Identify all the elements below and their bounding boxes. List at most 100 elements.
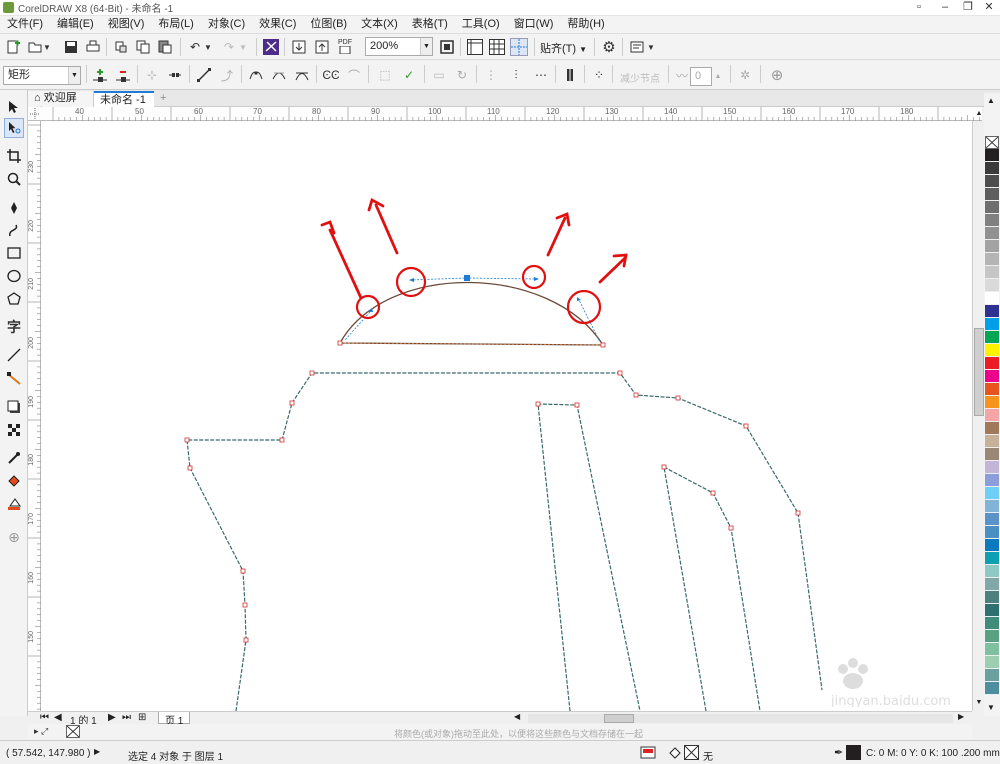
drawing-canvas[interactable]: jingyan.baidu.com — [41, 121, 982, 711]
smooth-node-icon[interactable] — [270, 66, 288, 84]
menu-layout[interactable]: 布局(L) — [151, 16, 200, 33]
first-page-icon[interactable]: ⏮ — [40, 712, 49, 723]
import-icon[interactable] — [290, 38, 308, 56]
shape-tool-icon[interactable] — [4, 118, 24, 138]
color-swatch[interactable] — [985, 227, 999, 240]
color-swatch[interactable] — [985, 461, 999, 474]
color-swatch[interactable] — [985, 292, 999, 305]
menu-table[interactable]: 表格(T) — [405, 16, 455, 33]
menu-help[interactable]: 帮助(H) — [560, 16, 611, 33]
drop-shadow-tool-icon[interactable] — [4, 397, 24, 417]
cusp-node-icon[interactable] — [247, 66, 265, 84]
scroll-down-icon[interactable]: ▼ — [974, 699, 984, 709]
color-swatch[interactable] — [985, 175, 999, 188]
next-page-icon[interactable]: ▶ — [108, 712, 116, 723]
corel-connect-icon[interactable] — [262, 38, 280, 56]
ruler-origin-icon[interactable] — [30, 108, 40, 120]
mirror-vertical-icon[interactable]: ⋯ — [532, 66, 550, 84]
color-swatch[interactable] — [985, 266, 999, 279]
symmetrical-node-icon[interactable] — [293, 66, 311, 84]
open-dropdown-icon[interactable]: ▼ — [42, 38, 52, 56]
close-icon[interactable]: ✕ — [976, 0, 1000, 16]
palette-menu-icon[interactable]: ▸ ⤢ — [34, 726, 48, 737]
application-launcher-icon[interactable] — [628, 38, 646, 56]
object-type-combo[interactable]: 矩形 ▼ — [3, 66, 81, 85]
polygon-tool-icon[interactable] — [4, 289, 24, 309]
color-swatch[interactable] — [985, 149, 999, 162]
status-expand-icon[interactable]: ▶ — [94, 747, 100, 756]
menu-view[interactable]: 视图(V) — [101, 16, 152, 33]
parallel-dimension-tool-icon[interactable] — [4, 345, 24, 365]
color-swatch[interactable] — [985, 513, 999, 526]
color-swatch[interactable] — [985, 682, 999, 695]
menu-edit[interactable]: 编辑(E) — [50, 16, 101, 33]
zoom-full-page-icon[interactable] — [438, 38, 456, 56]
add-page-icon[interactable]: ⊞ — [138, 712, 146, 723]
menu-effects[interactable]: 效果(C) — [252, 16, 303, 33]
launcher-dropdown-icon[interactable]: ▼ — [646, 38, 656, 56]
quick-customize-tools-icon[interactable]: ⊕ — [4, 527, 24, 547]
palette-scroll-up-icon[interactable]: ▲ — [987, 96, 995, 105]
copy-icon[interactable] — [134, 38, 152, 56]
selected-node[interactable] — [464, 275, 470, 281]
align-nodes-icon[interactable]: ⋮ — [482, 66, 500, 84]
color-swatch[interactable] — [985, 201, 999, 214]
color-swatch[interactable] — [985, 448, 999, 461]
palette-scroll-down-icon[interactable]: ▼ — [987, 703, 995, 712]
undo-icon[interactable]: ↶ — [186, 38, 204, 56]
color-swatch[interactable] — [985, 630, 999, 643]
options-gear-icon[interactable]: ⚙ — [600, 38, 618, 56]
color-swatch[interactable] — [985, 604, 999, 617]
connector-tool-icon[interactable] — [4, 369, 24, 389]
color-swatch[interactable] — [985, 305, 999, 318]
color-swatch[interactable] — [985, 487, 999, 500]
no-fill-swatch[interactable] — [684, 745, 699, 760]
color-proof-icon[interactable] — [640, 745, 656, 761]
bounding-box-icon[interactable]: ✲ — [736, 66, 754, 84]
menu-window[interactable]: 窗口(W) — [507, 16, 561, 33]
redo-icon[interactable]: ↷ — [220, 38, 238, 56]
save-icon[interactable] — [62, 38, 80, 56]
color-swatch[interactable] — [985, 539, 999, 552]
mirror-horizontal-icon[interactable]: ⫶ — [507, 66, 525, 84]
menu-object[interactable]: 对象(C) — [201, 16, 252, 33]
color-swatch[interactable] — [985, 552, 999, 565]
color-swatch[interactable] — [985, 526, 999, 539]
reverse-direction-icon[interactable]: ϾϾ — [322, 66, 340, 84]
tab-welcome-screen[interactable]: ⌂ 欢迎屏幕 — [28, 91, 94, 119]
horizontal-scrollbar[interactable] — [528, 714, 953, 723]
artistic-media-tool-icon[interactable] — [4, 220, 24, 240]
color-eyedropper-tool-icon[interactable] — [4, 448, 24, 468]
select-all-nodes-icon[interactable]: ⁘ — [590, 66, 608, 84]
color-swatch[interactable] — [985, 474, 999, 487]
zoom-combo[interactable]: 200% ▼ — [365, 37, 433, 56]
print-icon[interactable] — [84, 38, 102, 56]
to-line-icon[interactable] — [195, 66, 213, 84]
rectangle-tool-icon[interactable] — [4, 243, 24, 263]
delete-node-icon[interactable] — [114, 66, 132, 84]
control-point[interactable] — [534, 277, 539, 281]
hscroll-left-icon[interactable]: ◀ — [514, 712, 520, 721]
vertical-scrollbar[interactable]: ▲ ▼ — [972, 110, 984, 711]
paste-icon[interactable] — [156, 38, 174, 56]
color-swatch[interactable] — [985, 357, 999, 370]
zoom-dropdown-icon[interactable]: ▼ — [420, 38, 432, 55]
quick-customize-icon[interactable]: ⊕ — [768, 66, 786, 84]
inner-cut-path[interactable] — [663, 465, 761, 711]
extract-subpath-icon[interactable]: ⬚ — [376, 66, 394, 84]
export-icon[interactable] — [313, 38, 331, 56]
close-curve-icon[interactable]: ✓ — [400, 66, 418, 84]
color-swatch[interactable] — [985, 656, 999, 669]
menu-bitmaps[interactable]: 位图(B) — [303, 16, 354, 33]
transparency-tool-icon[interactable] — [4, 420, 24, 440]
zoom-tool-icon[interactable] — [4, 169, 24, 189]
tab-untitled-1[interactable]: 未命名 -1 — [94, 91, 154, 107]
to-curve-icon[interactable]: ⤴ — [218, 66, 236, 84]
text-tool-icon[interactable]: 字 — [4, 317, 24, 337]
no-color-swatch[interactable] — [985, 136, 999, 149]
pick-tool-icon[interactable] — [4, 97, 24, 117]
color-swatch[interactable] — [985, 331, 999, 344]
color-swatch[interactable] — [985, 591, 999, 604]
extend-curve-icon[interactable]: ⌒ — [345, 66, 363, 84]
break-curve-icon[interactable] — [166, 66, 184, 84]
